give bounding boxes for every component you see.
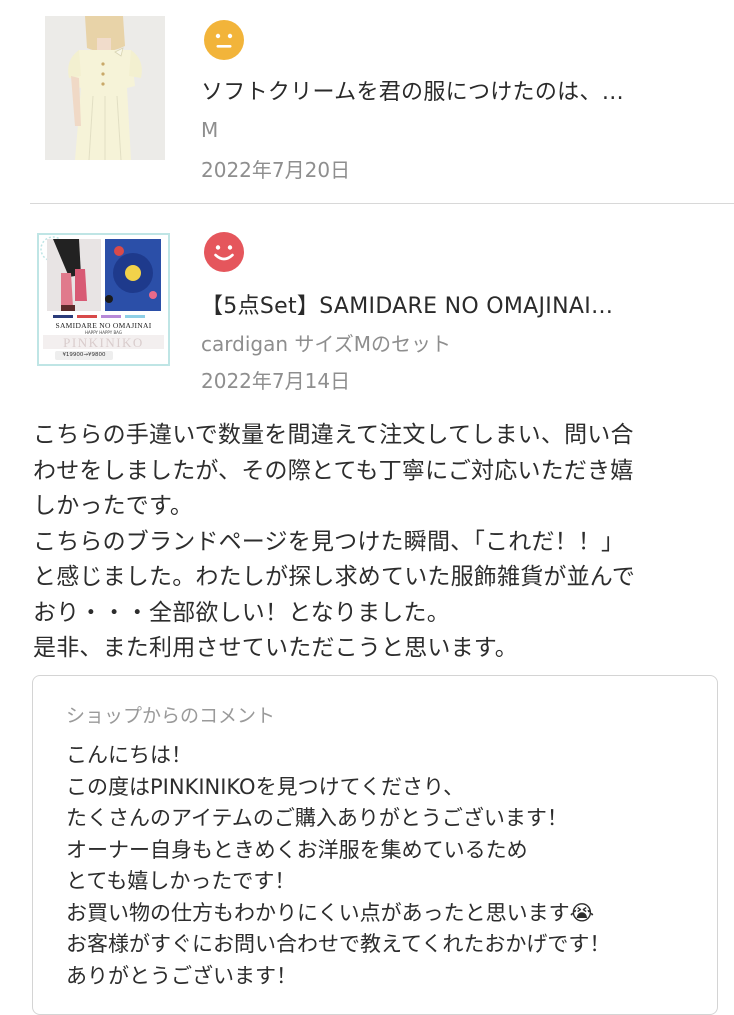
review-body-line: と感じました。わたしが探し求めていた服飾雑貨が並んで	[33, 564, 636, 590]
rating-smile-face-icon	[204, 232, 244, 272]
review-body-line: わせをしましたが、その際とても丁寧にご対応いただき嬉	[33, 457, 634, 484]
product-thumbnail[interactable]	[45, 16, 165, 160]
shop-comment-line: たくさんのアイテムのご購入ありがとうございます！	[66, 806, 568, 830]
shop-comment-line: ありがとうございます！	[66, 963, 297, 988]
review-body-line: こちらの手違いで数量を間違えて注文してしまい、問い合	[33, 422, 634, 448]
shop-comment-text: こんにちは！ この度はPINKINIKOを見つけてくださり、 たくさんのアイテム…	[66, 740, 610, 992]
shop-comment-line: こんにちは！	[66, 743, 192, 767]
review-body-line: こちらのブランドページを見つけた瞬間、「これだ！！」	[33, 528, 625, 555]
shop-comment-box: ショップからのコメント こんにちは！ この度はPINKINIKOを見つけてくださ…	[32, 675, 718, 1015]
rating-neutral-face-icon	[204, 20, 244, 60]
review-date: 2022年7月20日	[201, 158, 351, 182]
shop-comment-line: オーナー自身もときめくお洋服を集めているため	[66, 837, 528, 862]
review-item[interactable]: ソフトクリームを君の服につけたのは、… M 2022年7月20日	[0, 0, 734, 203]
review-body-line: 是非、また利用させていただこうと思います。	[33, 635, 518, 661]
product-title[interactable]: 【5点Set】SAMIDARE NO OMAJINAI…	[201, 288, 613, 320]
review-date: 2022年7月14日	[201, 369, 351, 393]
review-body: こちらの手違いで数量を間違えて注文してしまい、問い合 わせをしましたが、その際と…	[33, 418, 723, 667]
thumbnail-price-text: ¥19900→¥9800	[62, 352, 106, 358]
thumbnail-brand-text: PINKINIKO	[63, 335, 144, 350]
shop-comment-line: この度はPINKINIKOを見つけてくださり、	[66, 774, 465, 799]
product-thumbnail[interactable]: SAMIDARE NO OMAJINAI HAPPY HAPPY BAG PIN…	[37, 233, 170, 366]
shop-comment-line: お客様がすぐにお問い合わせで教えてくれたおかげです！	[66, 932, 611, 956]
shop-comment-line: お買い物の仕方もわかりにくい点があったと思います😭	[66, 900, 595, 925]
shop-comment-label: ショップからのコメント	[66, 705, 276, 727]
product-variant: cardigan サイズMのセット	[201, 332, 452, 356]
thumbnail-title-text: SAMIDARE NO OMAJINAI	[55, 321, 152, 330]
shop-comment-line: とても嬉しかったです！	[66, 869, 296, 893]
review-body-line: おり・・・全部欲しい！となりました。	[33, 599, 450, 626]
product-variant: M	[201, 118, 219, 142]
review-item[interactable]: SAMIDARE NO OMAJINAI HAPPY HAPPY BAG PIN…	[0, 204, 734, 404]
review-body-line: しかったです。	[33, 493, 194, 519]
product-title[interactable]: ソフトクリームを君の服につけたのは、…	[201, 74, 624, 106]
